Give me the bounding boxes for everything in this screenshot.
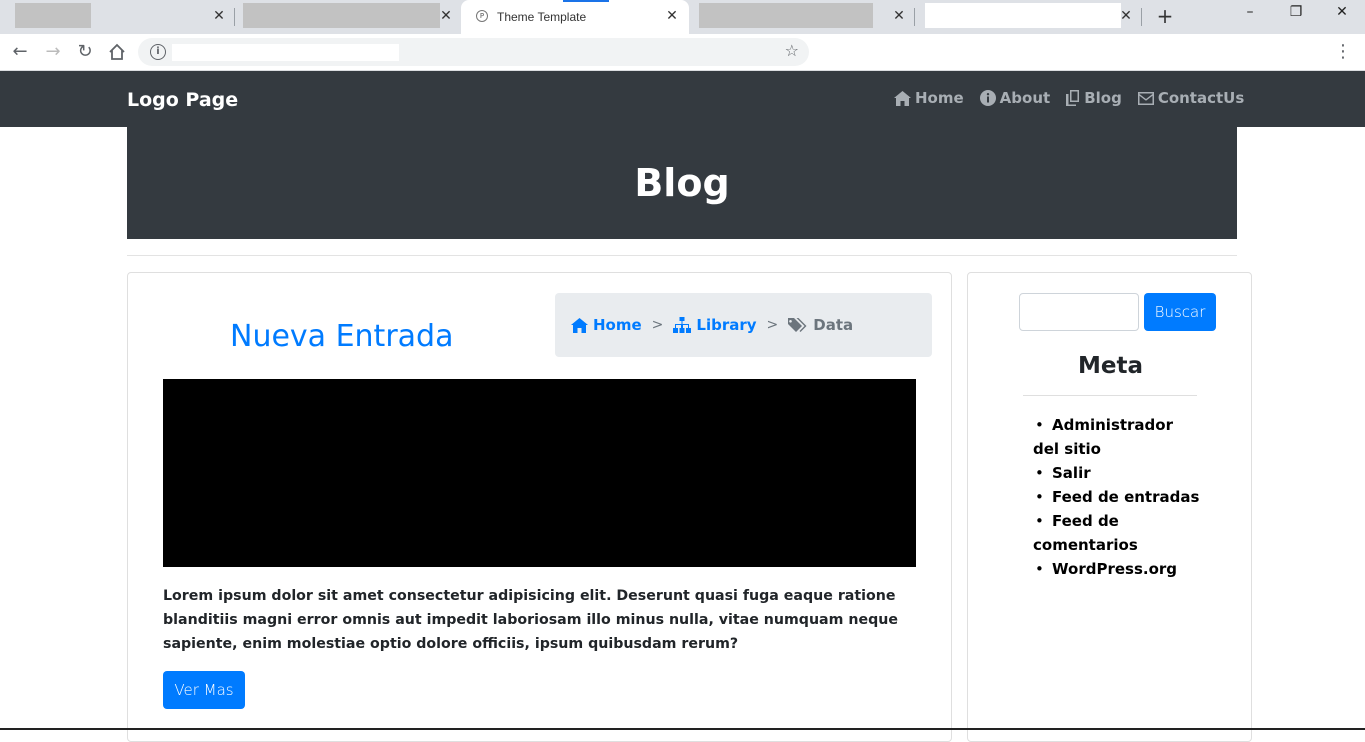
active-tab-title: Theme Template <box>497 10 587 24</box>
brand-logo[interactable]: Logo Page <box>127 89 238 111</box>
tab-close-icon[interactable]: ✕ <box>1117 7 1135 25</box>
back-arrow-icon[interactable]: ← <box>8 40 32 64</box>
close-window-icon[interactable]: ✕ <box>1330 4 1354 26</box>
tab-loading-indicator <box>563 0 609 2</box>
sitemap-icon <box>673 317 692 333</box>
post-title[interactable]: Nueva Entrada <box>230 319 453 354</box>
breadcrumb: Home > Library > Data <box>555 293 932 357</box>
meta-link-logout[interactable]: Salir <box>1033 461 1203 485</box>
meta-link-comments-feed[interactable]: Feed de comentarios <box>1033 509 1203 557</box>
nav-links: Home About Blog ContactUs <box>894 89 1244 107</box>
browser-toolbar: ← → ↻ i ☆ ⋮ <box>0 34 1365 71</box>
site-navbar: Logo Page Home About Blog ContactUs <box>0 71 1365 127</box>
home-icon <box>571 317 588 333</box>
forward-arrow-icon[interactable]: → <box>41 40 65 64</box>
tab-separator <box>914 8 915 26</box>
copy-icon <box>1066 90 1080 106</box>
meta-list: Administrador del sitio Salir Feed de en… <box>1033 413 1203 581</box>
restore-icon[interactable]: ❐ <box>1284 4 1308 26</box>
sidebar: Buscar Meta Administrador del sitio Sali… <box>967 272 1252 742</box>
browser-menu-icon[interactable]: ⋮ <box>1334 41 1352 63</box>
nav-link-home[interactable]: Home <box>894 89 964 107</box>
minimize-icon[interactable]: – <box>1238 4 1262 26</box>
post-card: Nueva Entrada Home > Library > Data Lore… <box>127 272 952 742</box>
envelope-icon <box>1137 91 1154 105</box>
url-field[interactable] <box>172 44 399 61</box>
nav-link-label: ContactUs <box>1157 89 1245 107</box>
meta-heading: Meta <box>1077 353 1143 379</box>
address-bar[interactable]: i ☆ <box>138 38 809 66</box>
reload-icon[interactable]: ↻ <box>73 40 97 64</box>
search-input[interactable] <box>1019 293 1139 331</box>
nav-link-contactus[interactable]: ContactUs <box>1137 89 1245 107</box>
meta-divider <box>1023 395 1197 396</box>
browser-tab-strip: ✕ ✕ P Theme Template ✕ ✕ ✕ + – ❐ ✕ <box>0 0 1365 34</box>
nav-link-label: Blog <box>1084 89 1122 107</box>
read-more-button[interactable]: Ver Mas <box>163 671 245 709</box>
breadcrumb-label: Library <box>696 316 757 334</box>
breadcrumb-label: Home <box>593 316 642 334</box>
new-tab-button[interactable]: + <box>1154 6 1176 28</box>
tab-close-icon[interactable]: ✕ <box>890 7 908 25</box>
favicon-icon: P <box>476 10 488 22</box>
tab-placeholder[interactable] <box>15 3 91 28</box>
post-excerpt: Lorem ipsum dolor sit amet consectetur a… <box>163 588 898 652</box>
breadcrumb-item-home[interactable]: Home <box>571 316 642 334</box>
bookmark-star-icon[interactable]: ☆ <box>785 41 799 60</box>
breadcrumb-label: Data <box>813 316 854 334</box>
breadcrumb-separator: > <box>651 317 664 333</box>
active-tab[interactable]: P Theme Template ✕ <box>461 0 689 34</box>
home-browser-icon[interactable] <box>105 40 129 64</box>
hero-banner: Blog <box>127 127 1237 239</box>
info-circle-icon <box>979 90 996 106</box>
breadcrumb-item-library[interactable]: Library <box>673 316 757 334</box>
meta-link-entries-feed[interactable]: Feed de entradas <box>1033 485 1203 509</box>
meta-link-admin[interactable]: Administrador del sitio <box>1033 413 1203 461</box>
site-info-icon[interactable]: i <box>150 44 166 60</box>
nav-link-blog[interactable]: Blog <box>1066 89 1122 107</box>
tab-separator <box>1141 8 1142 26</box>
home-icon <box>894 90 911 106</box>
post-image <box>163 379 916 567</box>
tab-placeholder[interactable] <box>925 3 1121 28</box>
nav-link-about[interactable]: About <box>979 89 1051 107</box>
tab-close-icon[interactable]: ✕ <box>663 7 681 25</box>
nav-link-label: Home <box>915 89 964 107</box>
nav-link-label: About <box>999 89 1051 107</box>
meta-link-wordpress[interactable]: WordPress.org <box>1033 557 1203 581</box>
tab-placeholder[interactable] <box>699 3 873 28</box>
tab-close-icon[interactable]: ✕ <box>210 7 228 25</box>
search-button[interactable]: Buscar <box>1144 293 1216 331</box>
breadcrumb-item-data: Data <box>788 316 853 334</box>
hero-divider <box>127 255 1237 256</box>
breadcrumb-separator: > <box>766 317 779 333</box>
tags-icon <box>788 318 807 332</box>
tab-close-icon[interactable]: ✕ <box>437 7 455 25</box>
page-title: Blog <box>634 161 730 205</box>
tab-placeholder[interactable] <box>243 3 440 28</box>
tab-separator <box>234 8 235 26</box>
